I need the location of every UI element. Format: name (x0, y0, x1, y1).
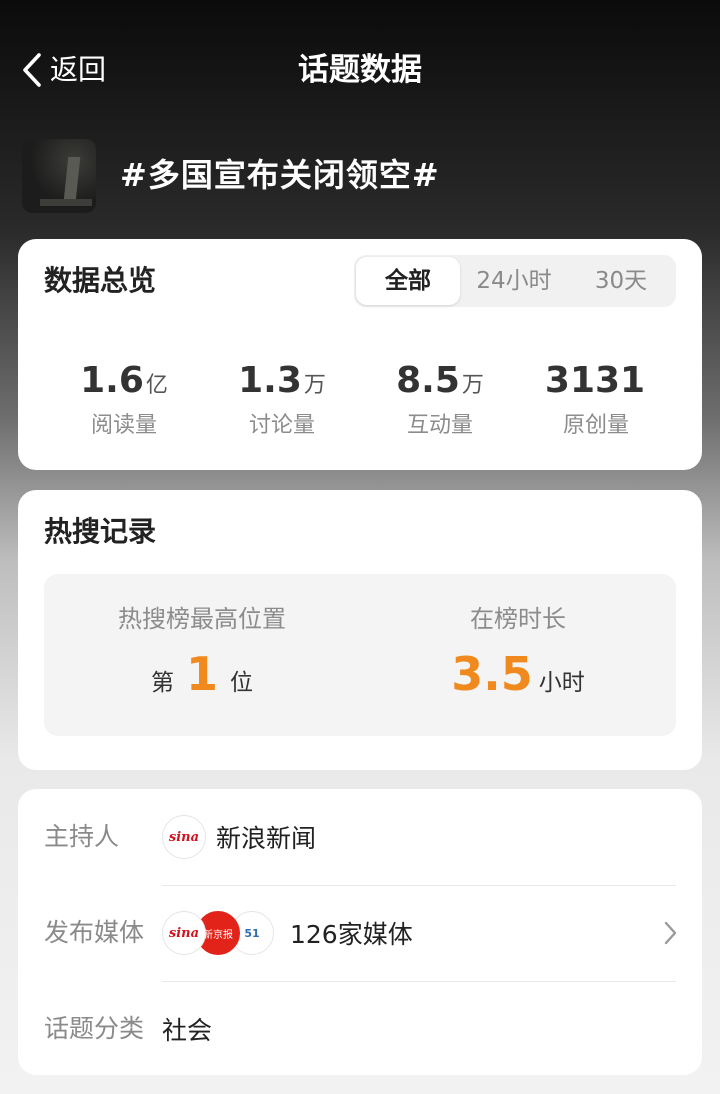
stat-discussions: 1.3万 讨论量 (202, 357, 362, 441)
media-logos: sina 新京报 51 (162, 911, 274, 955)
time-range-tabs: 全部 24小时 30天 (354, 255, 676, 307)
sina-logo-icon: sina (162, 815, 206, 859)
stat-label: 互动量 (406, 413, 473, 438)
sina-logo-icon: sina (162, 911, 206, 955)
stat-originals: 3131 原创量 (516, 357, 676, 441)
stat-unit: 万 (461, 373, 484, 398)
chevron-right-icon[interactable] (662, 919, 678, 947)
peak-rank-suffix: 位 (230, 670, 253, 696)
host-label: 主持人 (44, 822, 120, 851)
media-row[interactable]: 发布媒体 sina 新京报 51 126家媒体 (18, 885, 702, 981)
peak-rank-value: 1 (185, 647, 218, 701)
time-on-list-unit: 小时 (538, 670, 585, 696)
hot-search-card: 热搜记录 热搜榜最高位置 第 1 位 在榜时长 3.5 小时 (18, 490, 702, 770)
stat-unit: 亿 (145, 373, 168, 398)
host-row: 主持人 sina 新浪新闻 (18, 789, 702, 885)
time-on-list-value: 3.5 (451, 647, 533, 701)
stat-value: 1.6 (80, 360, 144, 401)
topic-thumbnail (22, 139, 96, 213)
time-on-list: 在榜时长 3.5 小时 (360, 602, 676, 700)
host-name: 新浪新闻 (216, 824, 317, 853)
tab-24h[interactable]: 24小时 (460, 255, 568, 307)
category-row: 话题分类 社会 (18, 981, 702, 1077)
stat-value: 3131 (544, 360, 646, 401)
stat-label: 阅读量 (90, 413, 157, 438)
topic-title: #多国宣布关闭领空# (120, 156, 440, 194)
stat-label: 讨论量 (248, 413, 315, 438)
tab-30d[interactable]: 30天 (568, 255, 674, 307)
topic-info-card: 主持人 sina 新浪新闻 发布媒体 sina 新京报 51 126家媒体 话题… (18, 789, 702, 1075)
tab-all[interactable]: 全部 (356, 257, 460, 305)
hot-search-title: 热搜记录 (44, 515, 157, 548)
stat-value: 8.5 (396, 360, 460, 401)
stat-unit: 万 (303, 373, 326, 398)
page-title: 话题数据 (298, 52, 422, 88)
media-label: 发布媒体 (44, 918, 145, 947)
category-label: 话题分类 (44, 1014, 145, 1043)
peak-rank: 热搜榜最高位置 第 1 位 (44, 602, 360, 700)
top-bar: 返回 话题数据 (0, 0, 720, 140)
peak-rank-label: 热搜榜最高位置 (118, 605, 286, 633)
data-overview-card: 数据总览 全部 24小时 30天 1.6亿 阅读量 1.3万 讨论量 8.5万 … (18, 239, 702, 470)
stat-label: 原创量 (562, 413, 629, 438)
stat-value: 1.3 (238, 360, 302, 401)
overview-title: 数据总览 (44, 264, 157, 297)
stat-reads: 1.6亿 阅读量 (44, 357, 204, 441)
category-value: 社会 (162, 1016, 213, 1045)
hot-search-panel: 热搜榜最高位置 第 1 位 在榜时长 3.5 小时 (44, 574, 676, 736)
media-count: 126家媒体 (290, 920, 413, 949)
time-on-list-label: 在榜时长 (470, 605, 566, 633)
peak-rank-prefix: 第 (150, 670, 174, 696)
stat-interactions: 8.5万 互动量 (360, 357, 520, 441)
